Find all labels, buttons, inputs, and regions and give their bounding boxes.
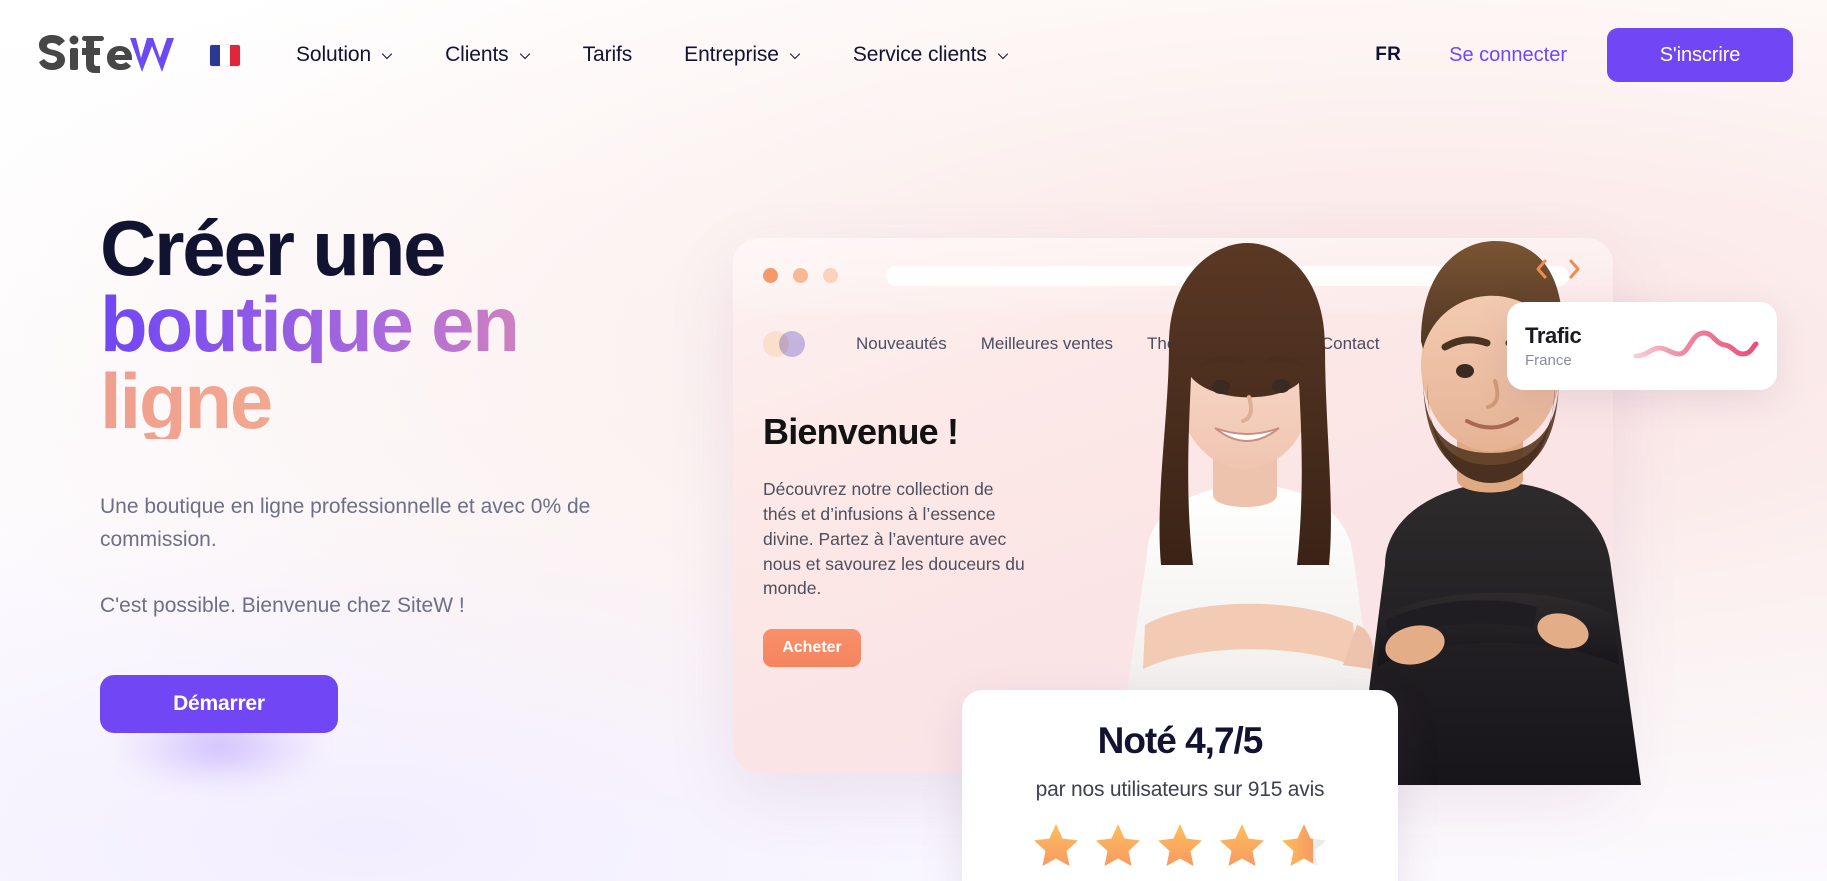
rating-stars [962,822,1398,868]
headline-line-2: boutique en [100,285,740,363]
traffic-card-subtitle: France [1525,352,1572,369]
sitew-logo-icon [39,35,174,73]
headline-line-1: Créer une [100,204,447,292]
maximize-dot-icon [823,268,838,283]
shop-logo-icon [763,331,809,357]
chevron-down-icon [789,50,801,62]
hero-paragraph-1: Une boutique en ligne professionnelle et… [100,495,591,551]
shop-nav-infusions[interactable]: Infusions [1202,334,1304,354]
star-icon [1156,822,1204,868]
star-icon [1032,822,1080,868]
browser-traffic-lights [763,268,838,283]
nav-right-actions: FR Se connecter S'inscrire [1357,28,1793,82]
chevron-right-icon[interactable] [1566,258,1583,280]
shop-hero-content: Bienvenue ! Découvrez notre collection d… [733,357,1033,668]
hero-text-block: Créer une boutique en ligne Une boutique… [100,204,740,791]
shop-navigation: Nouveautés Meilleures ventes Thés Infusi… [733,313,1613,357]
rating-card: Noté 4,7/5 par nos utilisateurs sur 915 … [962,690,1398,881]
sitew-logo[interactable] [34,31,184,79]
shop-paragraph: Découvrez notre collection de thés et d’… [763,479,1025,599]
login-link[interactable]: Se connecter [1419,34,1607,77]
carousel-controls [1533,258,1583,280]
headline-line-3: ligne [100,362,740,440]
main-nav-links: Solution Clients Tarifs Entreprise Servi… [270,33,1035,77]
shop-buy-button[interactable]: Acheter [763,629,861,668]
start-button[interactable]: Démarrer [100,674,338,733]
nav-item-solution[interactable]: Solution [270,33,419,77]
browser-url-bar[interactable] [886,265,1569,286]
nav-item-clients[interactable]: Clients [419,33,557,77]
traffic-card: Trafic France [1507,302,1777,390]
rating-score: Noté 4,7/5 [1097,720,1264,761]
shop-nav-contact[interactable]: Contact [1304,334,1397,354]
star-icon-partial [1280,822,1328,868]
shop-nav-meilleures-ventes[interactable]: Meilleures ventes [964,334,1130,354]
shop-nav-thes[interactable]: Thés [1130,334,1202,354]
browser-chrome [733,238,1613,313]
chevron-down-icon [997,50,1009,62]
nav-item-label: Solution [296,43,372,66]
nav-item-tarifs[interactable]: Tarifs [557,33,659,77]
nav-item-service-clients[interactable]: Service clients [827,33,1035,77]
chevron-left-icon[interactable] [1533,258,1550,280]
chevron-down-icon [381,50,393,62]
rating-subtitle: par nos utilisateurs sur 915 avis [1035,778,1325,801]
shop-nav-nouveautes[interactable]: Nouveautés [839,334,964,354]
top-navigation-bar: Solution Clients Tarifs Entreprise Servi… [0,0,1827,110]
nav-item-label: Tarifs [582,43,633,66]
chevron-down-icon [519,50,531,62]
traffic-card-title: Trafic [1525,323,1582,348]
language-selector[interactable]: FR [1357,34,1419,76]
nav-item-label: Clients [445,43,509,66]
close-dot-icon [763,268,778,283]
page-title: Créer une boutique en ligne [100,204,740,440]
traffic-card-text: Trafic France [1525,323,1582,369]
minimize-dot-icon [793,268,808,283]
star-icon [1218,822,1266,868]
french-flag-icon[interactable] [210,44,240,66]
shop-heading: Bienvenue ! [763,411,959,452]
signup-button[interactable]: S'inscrire [1607,28,1793,82]
nav-item-entreprise[interactable]: Entreprise [658,33,827,77]
traffic-sparkline-chart [1633,323,1759,369]
nav-item-label: Entreprise [684,43,779,66]
cta-wrapper: Démarrer [100,674,740,791]
hero-paragraph-2: C'est possible. Bienvenue chez SiteW ! [100,594,465,618]
star-icon [1094,822,1142,868]
nav-item-label: Service clients [852,43,987,66]
